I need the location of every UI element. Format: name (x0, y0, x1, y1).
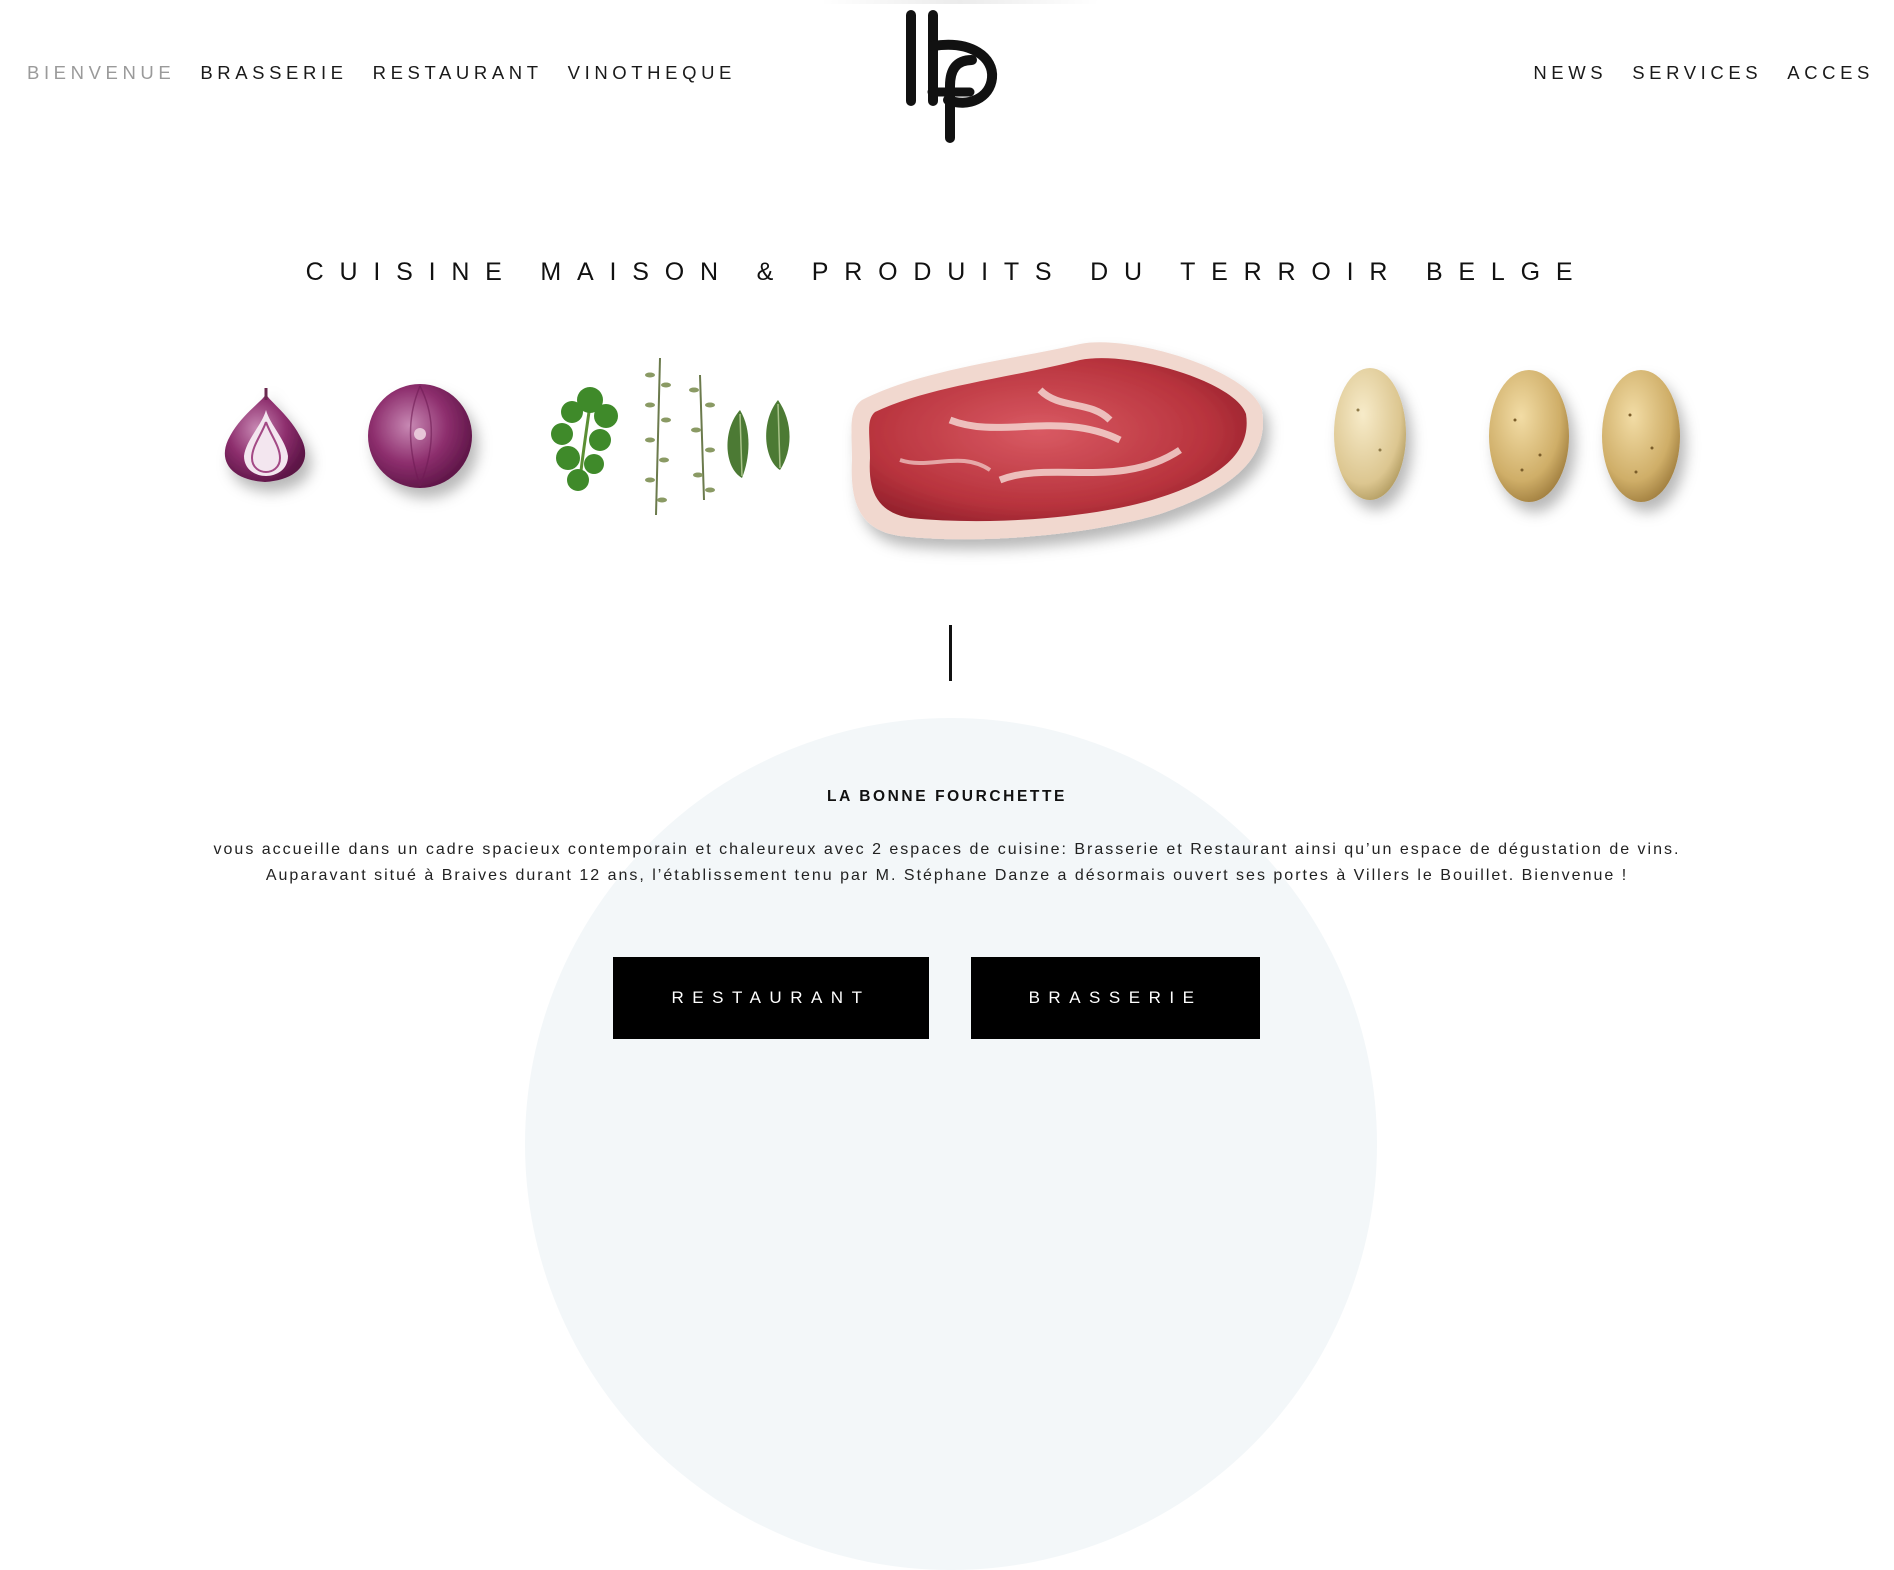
potato-image-2 (1489, 370, 1569, 502)
bay-leaves-image (727, 400, 790, 478)
onion-half-image (224, 388, 306, 482)
potato-image-3 (1602, 370, 1680, 502)
nav-link-brasserie[interactable]: BRASSERIE (200, 62, 347, 84)
thyme-sprigs-image (645, 357, 715, 516)
nav-link-news[interactable]: NEWS (1533, 62, 1607, 84)
red-onion-image (368, 384, 472, 488)
restaurant-button[interactable]: RESTAURANT (613, 957, 929, 1039)
nav-link-bienvenue[interactable]: BIENVENUE (27, 62, 175, 84)
potato-image-1 (1334, 368, 1406, 500)
top-edge-shadow (820, 0, 1100, 4)
nav-link-restaurant[interactable]: RESTAURANT (373, 62, 543, 84)
about-line-2: Auparavant situé à Braives durant 12 ans… (265, 867, 1629, 884)
cilantro-image (551, 387, 618, 491)
nav-link-services[interactable]: SERVICES (1632, 62, 1762, 84)
main-nav-left: BIENVENUE BRASSERIE RESTAURANT VINOTHEQU… (27, 62, 736, 84)
hero-tagline: CUISINE MAISON & PRODUITS DU TERROIR BEL… (305, 258, 1589, 286)
brasserie-button[interactable]: BRASSERIE (971, 957, 1260, 1039)
about-line-1: vous accueille dans un cadre spacieux co… (213, 841, 1681, 858)
beef-steak-image (851, 342, 1264, 540)
vertical-divider (949, 625, 952, 681)
nav-link-vinotheque[interactable]: VINOTHEQUE (568, 62, 736, 84)
lbf-monogram-logo[interactable] (902, 6, 998, 144)
main-nav-right: NEWS SERVICES ACCES (1533, 62, 1874, 84)
ingredients-illustration (224, 342, 1680, 540)
nav-link-acces[interactable]: ACCES (1787, 62, 1874, 84)
about-description: vous accueille dans un cadre spacieux co… (100, 837, 1794, 889)
about-title: LA BONNE FOURCHETTE (827, 788, 1067, 805)
